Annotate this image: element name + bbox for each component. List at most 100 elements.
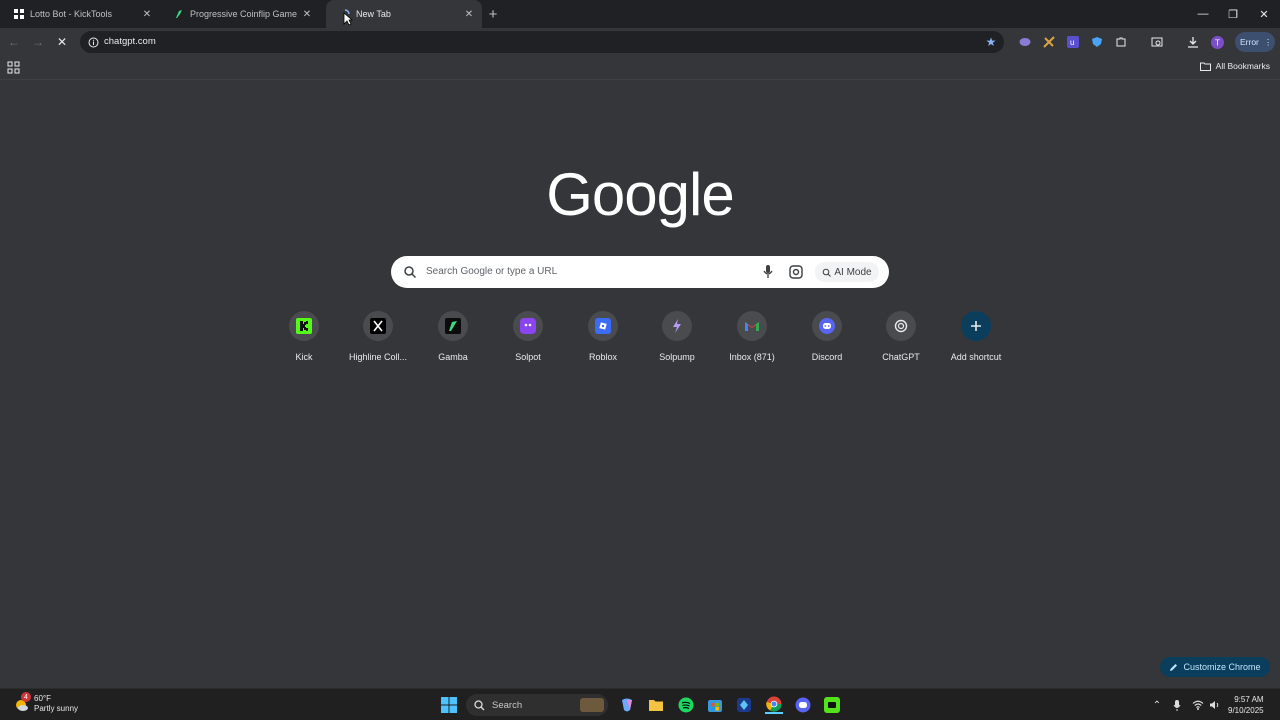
chatgpt-icon: [886, 311, 916, 341]
tab-title: Progressive Coinflip Game Onli: [190, 9, 300, 19]
kick-taskbar-icon[interactable]: [823, 696, 841, 714]
shortcut-label: Kick: [295, 352, 313, 362]
new-tab-button[interactable]: +: [484, 5, 502, 23]
close-icon[interactable]: ✕: [140, 7, 154, 21]
wifi-icon[interactable]: [1191, 698, 1205, 712]
extension-pickaxe-icon[interactable]: [1041, 34, 1057, 50]
restore-button[interactable]: ❐: [1218, 0, 1248, 28]
ai-mode-label: AI Mode: [834, 266, 872, 278]
shortcut-solpump[interactable]: Solpump: [640, 311, 714, 373]
apps-grid-icon[interactable]: [7, 61, 20, 74]
close-window-button[interactable]: ✕: [1249, 0, 1279, 28]
plus-icon: [961, 311, 991, 341]
customize-chrome-button[interactable]: Customize Chrome: [1160, 657, 1270, 677]
solpump-icon: [662, 311, 692, 341]
shortcut-label: Solpot: [515, 352, 541, 362]
google-lens-icon[interactable]: [788, 264, 804, 280]
shortcut-chatgpt[interactable]: ChatGPT: [864, 311, 938, 373]
error-button[interactable]: Error ⋮: [1235, 32, 1275, 52]
error-label: Error: [1240, 37, 1259, 47]
shortcut-gamba[interactable]: Gamba: [416, 311, 490, 373]
system-clock[interactable]: 9:57 AM 9/10/2025: [1228, 694, 1264, 716]
weather-widget[interactable]: 4 60°F Partly sunny: [13, 692, 79, 714]
close-icon[interactable]: ✕: [462, 7, 476, 21]
shortcut-label: Solpump: [659, 352, 695, 362]
search-placeholder: Search Google or type a URL: [426, 266, 558, 277]
weather-desc: Partly sunny: [34, 704, 79, 713]
shortcut-label: Add shortcut: [950, 352, 1002, 362]
back-button[interactable]: ←: [5, 33, 23, 51]
stop-loading-button[interactable]: ✕: [53, 33, 71, 51]
tab-strip: Lotto Bot - KickTools ✕ Progressive Coin…: [0, 0, 1280, 28]
taskbar-search[interactable]: Search: [466, 694, 608, 716]
shortcut-label: Highline Coll...: [348, 352, 408, 362]
tab-title: Lotto Bot - KickTools: [30, 9, 113, 19]
gmail-icon: [737, 311, 767, 341]
show-hidden-icons-icon[interactable]: ⌃: [1150, 698, 1164, 712]
svg-text:u: u: [1070, 38, 1074, 47]
search-icon: [404, 266, 417, 279]
search-box[interactable]: Search Google or type a URL AI Mode: [391, 256, 889, 288]
bookmark-star-icon[interactable]: ★: [983, 34, 999, 50]
address-text: chatgpt.com: [104, 36, 156, 47]
taskbar-search-label: Search: [492, 699, 523, 711]
windows-start-icon[interactable]: [440, 696, 458, 714]
volume-icon[interactable]: [1208, 698, 1222, 712]
search-icon: [474, 699, 485, 710]
shortcut-inbox[interactable]: Inbox (871): [715, 311, 789, 373]
site-info-icon[interactable]: [86, 35, 100, 49]
forward-button[interactable]: →: [29, 33, 47, 51]
tab-coinflip[interactable]: Progressive Coinflip Game Onli ✕: [160, 0, 320, 28]
download-icon[interactable]: [1185, 34, 1201, 50]
shortcut-label: Inbox (871): [729, 352, 775, 362]
profile-avatar[interactable]: T: [1209, 34, 1225, 50]
shortcut-label: Roblox: [588, 352, 617, 362]
microphone-tray-icon[interactable]: [1170, 698, 1184, 712]
close-icon[interactable]: ✕: [300, 7, 314, 21]
shortcut-solpot[interactable]: Solpot: [491, 311, 565, 373]
weather-badge: 4: [21, 692, 31, 702]
bookmarks-bar: All Bookmarks: [0, 56, 1280, 80]
search-highlight-icon: [580, 698, 604, 712]
all-bookmarks-button[interactable]: All Bookmarks: [1199, 61, 1270, 71]
chrome-taskbar-icon[interactable]: [765, 696, 783, 714]
grid-icon: [13, 9, 24, 20]
svg-text:T: T: [1215, 38, 1220, 47]
clock-date: 9/10/2025: [1228, 706, 1264, 715]
extension-purple-icon[interactable]: [1017, 34, 1033, 50]
minimize-button[interactable]: —: [1188, 0, 1218, 28]
solpot-icon: [513, 311, 543, 341]
microsoft-store-icon[interactable]: [706, 696, 724, 714]
mouse-cursor-icon: [343, 12, 353, 26]
extension-shield-icon[interactable]: [1089, 34, 1105, 50]
extensions-puzzle-icon[interactable]: [1113, 34, 1129, 50]
microphone-icon[interactable]: [761, 264, 775, 280]
spotify-icon[interactable]: [677, 696, 695, 714]
address-bar[interactable]: chatgpt.com ★: [80, 31, 1004, 53]
weather-sun-icon: 4: [13, 692, 31, 712]
extension-u-icon[interactable]: u: [1065, 34, 1081, 50]
tab-search-icon[interactable]: [1149, 34, 1165, 50]
discord-icon: [812, 311, 842, 341]
shortcut-label: ChatGPT: [882, 352, 920, 362]
windows-taskbar: 4 60°F Partly sunny Search ⌃ 9:57 AM 9/1…: [0, 688, 1280, 720]
x-icon: [363, 311, 393, 341]
shortcut-highline[interactable]: Highline Coll...: [341, 311, 415, 373]
shortcut-discord[interactable]: Discord: [790, 311, 864, 373]
more-menu-icon: ⋮: [1263, 36, 1273, 47]
clock-time: 9:57 AM: [1234, 695, 1264, 704]
all-bookmarks-label: All Bookmarks: [1215, 61, 1270, 71]
google-logo: Google: [546, 161, 734, 228]
shortcut-kick[interactable]: Kick: [267, 311, 341, 373]
tab-lotto-bot[interactable]: Lotto Bot - KickTools ✕: [0, 0, 160, 28]
ai-mode-button[interactable]: AI Mode: [815, 262, 879, 282]
ai-search-icon: [823, 268, 832, 277]
vpn-app-icon[interactable]: [735, 696, 753, 714]
shortcut-roblox[interactable]: Roblox: [566, 311, 640, 373]
weather-temp: 60°F: [34, 694, 51, 703]
shortcut-label: Discord: [811, 352, 843, 362]
add-shortcut-button[interactable]: Add shortcut: [939, 311, 1013, 373]
file-explorer-icon[interactable]: [647, 696, 665, 714]
copilot-icon[interactable]: [618, 696, 636, 714]
discord-taskbar-icon[interactable]: [794, 696, 812, 714]
